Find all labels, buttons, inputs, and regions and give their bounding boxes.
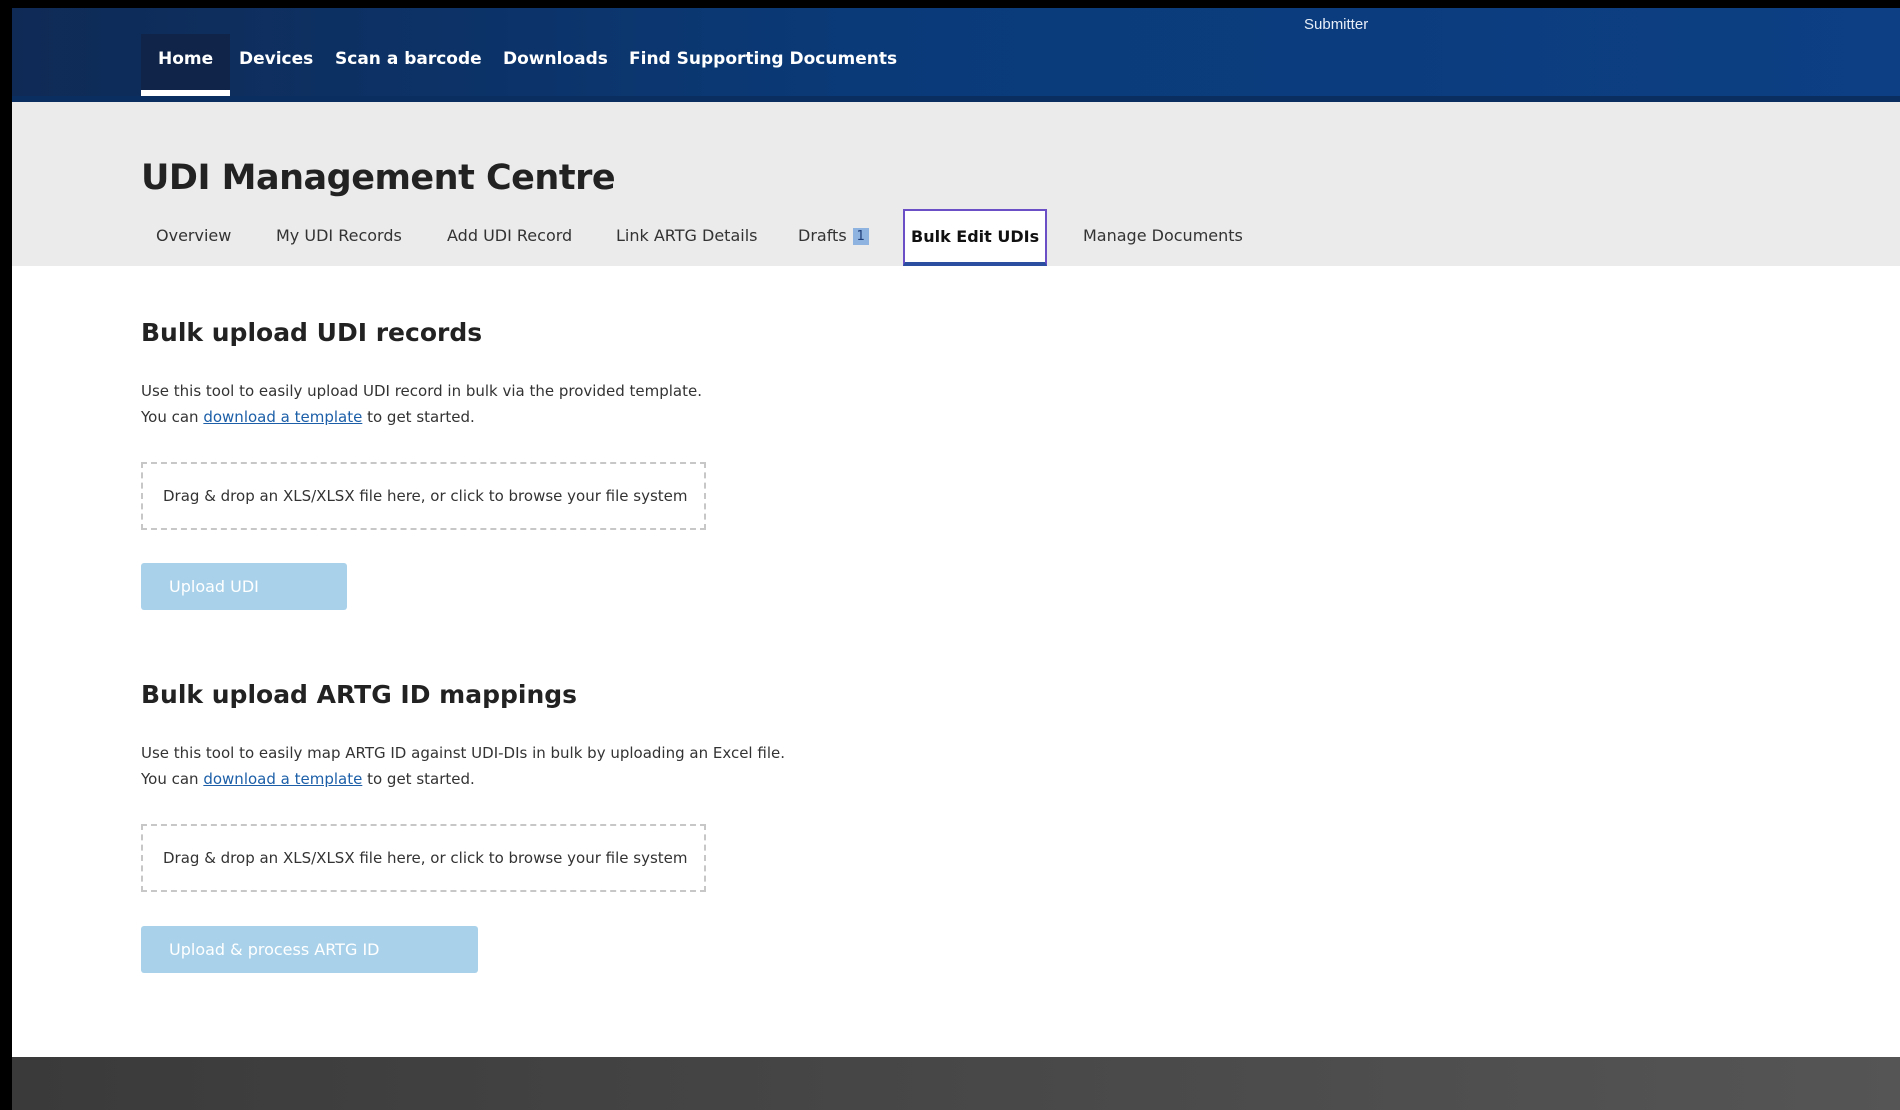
nav-downloads[interactable]: Downloads	[486, 34, 625, 96]
artg-file-dropzone[interactable]: Drag & drop an XLS/XLSX file here, or cl…	[141, 824, 706, 892]
udi-template-suffix: to get started.	[362, 408, 475, 426]
tab-my-udi-records[interactable]: My UDI Records	[270, 217, 408, 266]
udi-description-line: Use this tool to easily upload UDI recor…	[141, 382, 702, 400]
page-footer	[12, 1057, 1900, 1110]
nav-scan-barcode[interactable]: Scan a barcode	[318, 34, 499, 96]
section-description-udi: Use this tool to easily upload UDI recor…	[141, 378, 702, 430]
tab-manage-documents[interactable]: Manage Documents	[1077, 217, 1249, 266]
page-title: UDI Management Centre	[141, 158, 616, 198]
tab-link-artg-details[interactable]: Link ARTG Details	[610, 217, 763, 266]
tab-overview[interactable]: Overview	[150, 217, 237, 266]
tab-bulk-edit-udis[interactable]: Bulk Edit UDIs	[903, 209, 1048, 266]
drafts-count-badge: 1	[852, 228, 869, 245]
tab-add-udi-record[interactable]: Add UDI Record	[441, 217, 578, 266]
udi-download-template-link[interactable]: download a template	[203, 408, 362, 426]
user-role-label[interactable]: Submitter	[1304, 16, 1368, 33]
section-description-artg: Use this tool to easily map ARTG ID agai…	[141, 740, 785, 792]
artg-template-prefix: You can	[141, 770, 204, 788]
artg-template-line: You can download a template to get start…	[141, 766, 785, 792]
tab-drafts-label: Drafts	[798, 226, 847, 245]
artg-template-suffix: to get started.	[362, 770, 475, 788]
udi-file-dropzone[interactable]: Drag & drop an XLS/XLSX file here, or cl…	[141, 462, 706, 530]
top-navigation-bar: Submitter Home Devices Scan a barcode Do…	[12, 8, 1900, 102]
udi-template-line: You can download a template to get start…	[141, 404, 702, 430]
tab-drafts[interactable]: Drafts 1	[792, 217, 875, 266]
section-title-bulk-upload-udi: Bulk upload UDI records	[141, 318, 483, 347]
upload-process-artg-button[interactable]: Upload & process ARTG ID mappings	[141, 926, 478, 1006]
nav-home[interactable]: Home	[141, 34, 231, 96]
nav-find-supporting-documents[interactable]: Find Supporting Documents	[612, 34, 914, 96]
artg-download-template-link[interactable]: download a template	[203, 770, 362, 788]
artg-description-line: Use this tool to easily map ARTG ID agai…	[141, 744, 785, 762]
section-title-bulk-upload-artg: Bulk upload ARTG ID mappings	[141, 680, 578, 709]
nav-devices[interactable]: Devices	[222, 34, 330, 96]
page-header: UDI Management Centre Overview My UDI Re…	[12, 102, 1900, 266]
browser-viewport: Submitter Home Devices Scan a barcode Do…	[12, 8, 1900, 1110]
udi-template-prefix: You can	[141, 408, 204, 426]
upload-udi-records-button[interactable]: Upload UDI records	[141, 563, 347, 643]
